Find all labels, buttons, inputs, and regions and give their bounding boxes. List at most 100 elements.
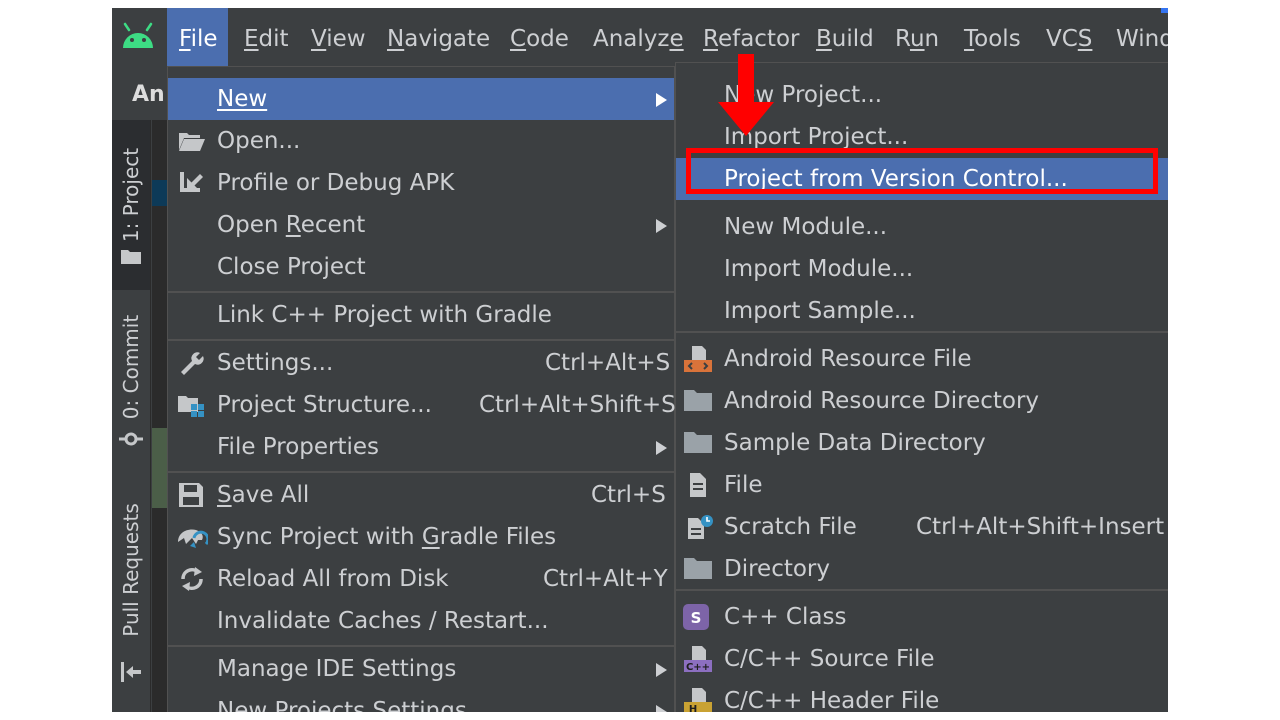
menu-item-open-recent-label: Open Recent xyxy=(217,212,366,238)
commit-icon xyxy=(119,432,143,446)
tool-tab-pull-requests-label: Pull Requests xyxy=(119,503,143,637)
menu-item-import-module[interactable]: Import Module... xyxy=(676,248,1168,290)
menu-item-sync-gradle[interactable]: Sync Project with Gradle Files xyxy=(168,516,674,558)
wrench-icon xyxy=(181,352,204,375)
menu-vcs[interactable]: VCS xyxy=(1034,8,1094,66)
menu-item-open-label: Open... xyxy=(217,128,301,154)
menu-item-cpp-source-file-label: C/C++ Source File xyxy=(724,646,935,672)
tool-window-stripe: 1: Project 0: Commit Pull Requests xyxy=(112,120,151,712)
menu-item-new-label: New xyxy=(217,86,268,112)
menu-item-settings[interactable]: Settings... Ctrl+Alt+S xyxy=(168,342,674,384)
menu-navigate[interactable]: Navigate xyxy=(375,8,490,66)
project-name-label: An xyxy=(132,82,165,107)
menu-item-cpp-header-file[interactable]: H C/C++ Header File xyxy=(676,680,1168,712)
menu-item-new-module[interactable]: New Module... xyxy=(676,206,1168,248)
menu-item-scratch-file[interactable]: Scratch File Ctrl+Alt+Shift+Insert xyxy=(676,506,1168,548)
menu-code[interactable]: Code xyxy=(498,8,571,66)
menu-item-new[interactable]: New xyxy=(168,78,674,120)
menu-separator xyxy=(168,645,674,647)
highlight-annotation-box xyxy=(686,148,1158,194)
menu-item-manage-ide-label: Manage IDE Settings xyxy=(217,656,457,682)
menu-item-open[interactable]: Open... xyxy=(168,120,674,162)
tool-tab-commit[interactable]: 0: Commit xyxy=(112,300,150,460)
svg-text:C++: C++ xyxy=(686,662,710,672)
folder-icon xyxy=(684,558,712,579)
profile-apk-icon xyxy=(180,172,203,192)
reload-icon xyxy=(181,567,203,591)
menu-item-close-project[interactable]: Close Project xyxy=(168,246,674,288)
menu-item-settings-label: Settings... xyxy=(217,350,334,376)
window-edge-accent xyxy=(1161,8,1168,13)
menu-item-sample-data-directory[interactable]: Sample Data Directory xyxy=(676,422,1168,464)
sync-gradle-icon xyxy=(178,529,208,548)
menu-wind[interactable]: Wind xyxy=(1104,8,1168,66)
cpp-class-icon: S xyxy=(683,604,709,630)
folder-icon xyxy=(684,390,712,411)
menu-item-android-resource-file[interactable]: Android Resource File xyxy=(676,338,1168,380)
menu-item-cpp-source-file[interactable]: C++ C/C++ Source File xyxy=(676,638,1168,680)
menu-item-save-all-label: Save All xyxy=(217,482,310,508)
menu-view[interactable]: View xyxy=(299,8,366,66)
shortcut-label: Ctrl+Alt+Y xyxy=(543,566,668,592)
file-menu-popup: New Open... Profile or Debug APK Open Re… xyxy=(167,66,676,712)
android-resource-file-icon xyxy=(684,346,712,372)
menu-analyze[interactable]: Analyze xyxy=(581,8,684,66)
tool-tab-pull-requests[interactable]: Pull Requests xyxy=(112,490,150,690)
menu-item-project-structure-label: Project Structure... xyxy=(217,392,432,418)
menu-item-import-sample-label: Import Sample... xyxy=(724,298,916,324)
editor-selection-strip xyxy=(152,180,168,206)
menu-item-open-recent[interactable]: Open Recent xyxy=(168,204,674,246)
svg-text:H: H xyxy=(689,704,697,712)
submenu-arrow-icon xyxy=(656,219,667,233)
menu-item-android-resource-directory[interactable]: Android Resource Directory xyxy=(676,380,1168,422)
menu-item-profile-debug-apk[interactable]: Profile or Debug APK xyxy=(168,162,674,204)
tool-tab-project-label: 1: Project xyxy=(119,147,143,242)
editor-change-marker xyxy=(152,428,168,508)
menu-separator xyxy=(168,471,674,473)
cpp-header-icon: H xyxy=(684,688,712,712)
folder-open-icon xyxy=(179,133,205,151)
menu-item-import-module-label: Import Module... xyxy=(724,256,914,282)
submenu-arrow-icon xyxy=(656,663,667,677)
menu-item-invalidate-caches-label: Invalidate Caches / Restart... xyxy=(217,608,549,634)
menu-item-new-projects-settings-label: New Projects Settings xyxy=(217,698,467,712)
menu-item-link-cpp-label: Link C++ Project with Gradle xyxy=(217,302,552,328)
menu-item-reload-disk-label: Reload All from Disk xyxy=(217,566,449,592)
menu-file[interactable]: File xyxy=(167,8,228,66)
android-logo-icon xyxy=(123,22,153,48)
svg-text:S: S xyxy=(691,609,702,627)
menu-item-android-resource-file-label: Android Resource File xyxy=(724,346,972,372)
menu-item-close-project-label: Close Project xyxy=(217,254,366,280)
menu-item-file[interactable]: File xyxy=(676,464,1168,506)
menu-item-link-cpp[interactable]: Link C++ Project with Gradle xyxy=(168,294,674,336)
menu-item-manage-ide[interactable]: Manage IDE Settings xyxy=(168,648,674,690)
menu-item-reload-disk[interactable]: Reload All from Disk Ctrl+Alt+Y xyxy=(168,558,674,600)
menu-edit[interactable]: Edit xyxy=(232,8,290,66)
submenu-arrow-icon xyxy=(656,441,667,455)
menu-item-import-sample[interactable]: Import Sample... xyxy=(676,290,1168,332)
file-icon xyxy=(690,473,706,497)
menu-item-project-structure[interactable]: Project Structure... Ctrl+Alt+Shift+S xyxy=(168,384,676,426)
menu-tools[interactable]: Tools xyxy=(952,8,1024,66)
shortcut-label: Ctrl+Alt+Shift+S xyxy=(479,392,676,418)
menu-item-file-label: File xyxy=(724,472,763,498)
menu-item-sample-data-directory-label: Sample Data Directory xyxy=(724,430,986,456)
menu-item-file-properties[interactable]: File Properties xyxy=(168,426,674,468)
menu-item-android-resource-directory-label: Android Resource Directory xyxy=(724,388,1040,414)
menu-item-scratch-file-label: Scratch File xyxy=(724,514,857,540)
submenu-arrow-icon xyxy=(656,93,667,107)
menu-separator xyxy=(168,291,674,293)
menu-item-cpp-class[interactable]: S C++ Class xyxy=(676,596,1168,638)
shortcut-label: Ctrl+S xyxy=(591,482,666,508)
menu-item-invalidate-caches[interactable]: Invalidate Caches / Restart... xyxy=(168,600,674,642)
menu-item-new-projects-settings[interactable]: New Projects Settings xyxy=(168,690,674,712)
editor-gutter xyxy=(152,120,168,712)
annotation-arrow-icon xyxy=(718,54,774,136)
shortcut-label: Ctrl+Alt+S xyxy=(545,350,671,376)
menu-item-directory[interactable]: Directory xyxy=(676,548,1168,590)
tool-tab-project[interactable]: 1: Project xyxy=(112,120,150,290)
save-icon xyxy=(179,483,203,507)
menu-item-save-all[interactable]: Save All Ctrl+S xyxy=(168,474,674,516)
menu-run[interactable]: Run xyxy=(883,8,942,66)
menu-build[interactable]: Build xyxy=(804,8,874,66)
